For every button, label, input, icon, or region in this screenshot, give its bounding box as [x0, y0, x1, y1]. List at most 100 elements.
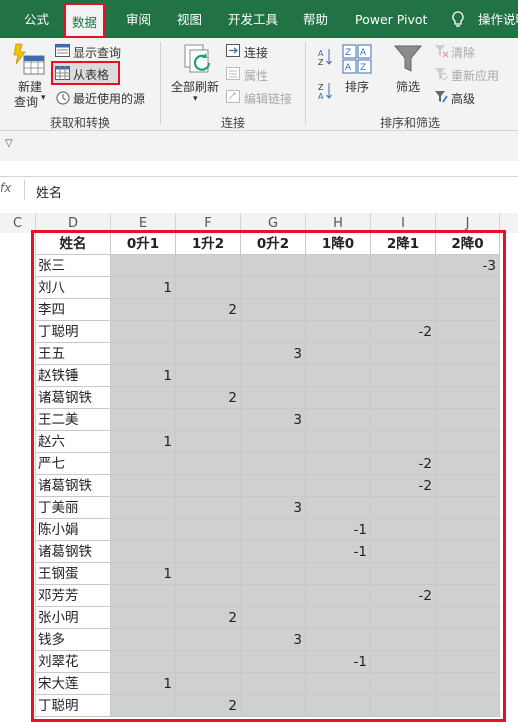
value-cell[interactable]	[371, 431, 436, 453]
value-cell[interactable]: -2	[371, 321, 436, 343]
value-cell[interactable]	[111, 321, 176, 343]
value-cell[interactable]	[176, 651, 241, 673]
value-cell[interactable]	[241, 651, 306, 673]
name-cell[interactable]: 丁聪明	[36, 695, 111, 717]
name-cell[interactable]: 赵铁锤	[36, 365, 111, 387]
value-cell[interactable]	[111, 519, 176, 541]
value-cell[interactable]	[176, 255, 241, 277]
value-cell[interactable]	[111, 497, 176, 519]
name-cell[interactable]: 李四	[36, 299, 111, 321]
new-query-icon[interactable]	[12, 42, 46, 79]
value-cell[interactable]	[436, 431, 500, 453]
tab-view[interactable]: 视图	[177, 0, 202, 38]
value-cell[interactable]	[436, 563, 500, 585]
value-cell[interactable]	[371, 343, 436, 365]
value-cell[interactable]	[371, 607, 436, 629]
value-cell[interactable]	[371, 299, 436, 321]
column-header-i[interactable]: I	[371, 213, 436, 233]
value-cell[interactable]	[371, 365, 436, 387]
value-cell[interactable]	[436, 519, 500, 541]
value-cell[interactable]	[241, 431, 306, 453]
name-cell[interactable]: 诸葛钢铁	[36, 541, 111, 563]
value-cell[interactable]	[306, 563, 371, 585]
value-cell[interactable]	[241, 695, 306, 717]
sort-icon[interactable]: ZAAZ	[342, 44, 372, 77]
formula-input[interactable]: 姓名	[36, 182, 62, 201]
value-cell[interactable]	[176, 541, 241, 563]
show-queries-icon[interactable]	[55, 44, 70, 60]
value-cell[interactable]	[436, 607, 500, 629]
value-cell[interactable]	[241, 541, 306, 563]
value-cell[interactable]	[111, 255, 176, 277]
value-cell[interactable]: -2	[371, 475, 436, 497]
value-cell[interactable]: 3	[241, 497, 306, 519]
table-header-cell[interactable]: 0升2	[241, 233, 306, 255]
name-cell[interactable]: 赵六	[36, 431, 111, 453]
value-cell[interactable]	[241, 585, 306, 607]
value-cell[interactable]	[176, 563, 241, 585]
value-cell[interactable]: -1	[306, 651, 371, 673]
value-cell[interactable]	[241, 255, 306, 277]
sort-ascending-icon[interactable]: AZ	[318, 48, 332, 69]
value-cell[interactable]: 1	[111, 365, 176, 387]
chevron-down-icon[interactable]: ▾	[193, 94, 198, 104]
value-cell[interactable]	[306, 607, 371, 629]
value-cell[interactable]	[371, 629, 436, 651]
value-cell[interactable]: 3	[241, 343, 306, 365]
value-cell[interactable]	[111, 541, 176, 563]
value-cell[interactable]: 2	[176, 299, 241, 321]
value-cell[interactable]	[111, 409, 176, 431]
value-cell[interactable]	[306, 431, 371, 453]
name-cell[interactable]: 陈小娟	[36, 519, 111, 541]
name-cell[interactable]: 邓芳芳	[36, 585, 111, 607]
value-cell[interactable]	[176, 497, 241, 519]
value-cell[interactable]	[436, 585, 500, 607]
name-cell[interactable]: 张三	[36, 255, 111, 277]
value-cell[interactable]	[111, 475, 176, 497]
value-cell[interactable]	[436, 673, 500, 695]
value-cell[interactable]	[176, 321, 241, 343]
filter-icon[interactable]	[393, 44, 423, 77]
fx-icon[interactable]: fx	[0, 181, 22, 199]
value-cell[interactable]	[371, 519, 436, 541]
value-cell[interactable]: 1	[111, 277, 176, 299]
value-cell[interactable]	[436, 365, 500, 387]
table-header-cell[interactable]: 1升2	[176, 233, 241, 255]
table-header-cell[interactable]: 0升1	[111, 233, 176, 255]
value-cell[interactable]	[176, 673, 241, 695]
value-cell[interactable]	[111, 299, 176, 321]
table-header-cell[interactable]: 姓名	[36, 233, 111, 255]
tab-data[interactable]: 数据	[64, 3, 106, 38]
value-cell[interactable]: -3	[436, 255, 500, 277]
value-cell[interactable]	[306, 387, 371, 409]
lightbulb-icon[interactable]	[452, 11, 464, 31]
chevron-down-icon[interactable]: ▾	[41, 93, 46, 103]
value-cell[interactable]	[306, 475, 371, 497]
value-cell[interactable]	[241, 365, 306, 387]
value-cell[interactable]	[371, 387, 436, 409]
tab-tell-me[interactable]: 操作说明	[478, 0, 518, 38]
connections-button[interactable]: 连接	[244, 44, 268, 61]
value-cell[interactable]	[436, 651, 500, 673]
value-cell[interactable]	[371, 409, 436, 431]
value-cell[interactable]	[306, 321, 371, 343]
tab-formulas[interactable]: 公式	[24, 0, 49, 38]
column-header-h[interactable]: H	[306, 213, 371, 233]
name-cell[interactable]: 严七	[36, 453, 111, 475]
advanced-button[interactable]: 高级	[451, 90, 475, 107]
value-cell[interactable]	[436, 387, 500, 409]
tab-help[interactable]: 帮助	[303, 0, 328, 38]
sort-button[interactable]: 排序	[345, 78, 369, 95]
value-cell[interactable]: 1	[111, 673, 176, 695]
tab-power-pivot[interactable]: Power Pivot	[355, 0, 427, 38]
table-header-cell[interactable]: 2降1	[371, 233, 436, 255]
value-cell[interactable]	[436, 541, 500, 563]
value-cell[interactable]	[306, 695, 371, 717]
column-c-cells[interactable]	[0, 233, 36, 719]
value-cell[interactable]	[436, 475, 500, 497]
value-cell[interactable]	[111, 585, 176, 607]
value-cell[interactable]	[176, 629, 241, 651]
value-cell[interactable]	[176, 453, 241, 475]
refresh-all-icon[interactable]	[183, 43, 215, 80]
value-cell[interactable]	[306, 453, 371, 475]
